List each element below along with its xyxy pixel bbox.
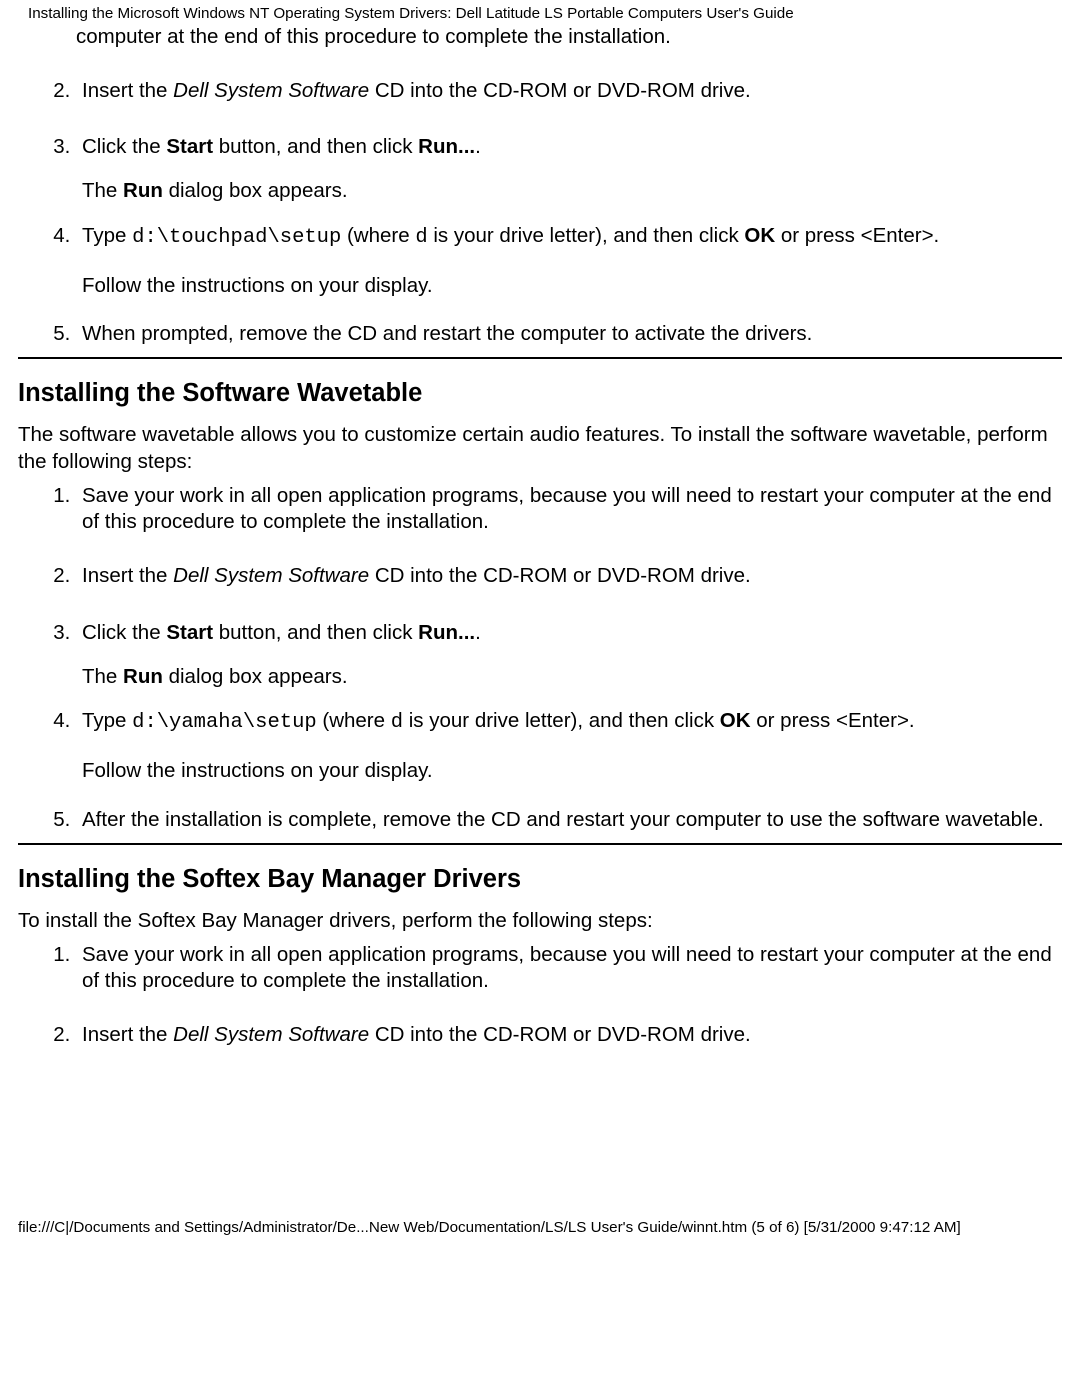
list-item: Type d:\touchpad\setup (where d is your … xyxy=(76,223,1062,299)
step-text: . xyxy=(475,621,481,644)
step-text: Type xyxy=(82,709,132,732)
section-divider xyxy=(18,843,1062,845)
step-text: Follow the instructions on your display. xyxy=(82,274,433,297)
step-text: or press <Enter>. xyxy=(775,224,939,247)
step-text: CD into the CD-ROM or DVD-ROM drive. xyxy=(369,564,751,587)
step-text: Insert the xyxy=(82,79,173,102)
section-a-list: computer at the end of this procedure to… xyxy=(18,24,1062,348)
document-page: Installing the Microsoft Windows NT Oper… xyxy=(0,0,1080,1246)
step-text: CD into the CD-ROM or DVD-ROM drive. xyxy=(369,1023,751,1046)
cd-name: Dell System Software xyxy=(173,564,369,587)
drive-letter: d xyxy=(415,226,427,249)
step-text: Insert the xyxy=(82,1023,173,1046)
step-text: computer at the end of this procedure to… xyxy=(76,25,671,48)
list-item: When prompted, remove the CD and restart… xyxy=(76,321,1062,347)
step-text: Follow the instructions on your display. xyxy=(82,759,433,782)
step-text: Click the xyxy=(82,135,166,158)
step-text: button, and then click xyxy=(213,621,418,644)
step-text: The xyxy=(82,179,123,202)
list-item: Insert the Dell System Software CD into … xyxy=(76,563,1062,589)
step-text: CD into the CD-ROM or DVD-ROM drive. xyxy=(369,79,751,102)
step-text: Save your work in all open application p… xyxy=(82,943,1052,992)
ui-label-run: Run... xyxy=(418,135,475,158)
ui-label-start: Start xyxy=(166,135,213,158)
section-b-list: Save your work in all open application p… xyxy=(18,483,1062,833)
step-text: (where xyxy=(317,709,391,732)
step-text: . xyxy=(475,135,481,158)
step-text: (where xyxy=(341,224,415,247)
cd-name: Dell System Software xyxy=(173,1023,369,1046)
cd-name: Dell System Software xyxy=(173,79,369,102)
step-text: When prompted, remove the CD and restart… xyxy=(82,322,812,345)
list-item: After the installation is complete, remo… xyxy=(76,807,1062,833)
step-text: Save your work in all open application p… xyxy=(82,484,1052,533)
list-item: Save your work in all open application p… xyxy=(76,483,1062,535)
section-intro: To install the Softex Bay Manager driver… xyxy=(18,908,1062,934)
ui-label-run: Run... xyxy=(418,621,475,644)
step-text: or press <Enter>. xyxy=(751,709,915,732)
step-text: is your drive letter), and then click xyxy=(428,224,745,247)
step-text: dialog box appears. xyxy=(163,179,348,202)
section-divider xyxy=(18,357,1062,359)
section-heading-softex: Installing the Softex Bay Manager Driver… xyxy=(18,865,1062,894)
step-text: dialog box appears. xyxy=(163,665,348,688)
list-item: computer at the end of this procedure to… xyxy=(46,24,1062,50)
ui-label-run-dialog: Run xyxy=(123,665,163,688)
list-item: Save your work in all open application p… xyxy=(76,942,1062,994)
step-text: Insert the xyxy=(82,564,173,587)
list-item: Insert the Dell System Software CD into … xyxy=(76,78,1062,104)
list-item: Click the Start button, and then click R… xyxy=(76,134,1062,204)
step-text: After the installation is complete, remo… xyxy=(82,808,1044,831)
command-path: d:\touchpad\setup xyxy=(132,226,341,249)
section-c-list: Save your work in all open application p… xyxy=(18,942,1062,1049)
list-item: Type d:\yamaha\setup (where d is your dr… xyxy=(76,708,1062,784)
section-intro: The software wavetable allows you to cus… xyxy=(18,422,1062,474)
step-text: is your drive letter), and then click xyxy=(403,709,720,732)
ui-label-run-dialog: Run xyxy=(123,179,163,202)
ui-label-ok: OK xyxy=(744,224,775,247)
list-item: Click the Start button, and then click R… xyxy=(76,620,1062,690)
section-heading-wavetable: Installing the Software Wavetable xyxy=(18,379,1062,408)
step-text: Click the xyxy=(82,621,166,644)
list-item: Insert the Dell System Software CD into … xyxy=(76,1022,1062,1048)
step-text: Type xyxy=(82,224,132,247)
command-path: d:\yamaha\setup xyxy=(132,711,317,734)
ui-label-start: Start xyxy=(166,621,213,644)
page-header: Installing the Microsoft Windows NT Oper… xyxy=(18,0,1062,24)
drive-letter: d xyxy=(391,711,403,734)
step-text: button, and then click xyxy=(213,135,418,158)
ui-label-ok: OK xyxy=(720,709,751,732)
page-footer: file:///C|/Documents and Settings/Admini… xyxy=(18,1219,1062,1246)
step-text: The xyxy=(82,665,123,688)
